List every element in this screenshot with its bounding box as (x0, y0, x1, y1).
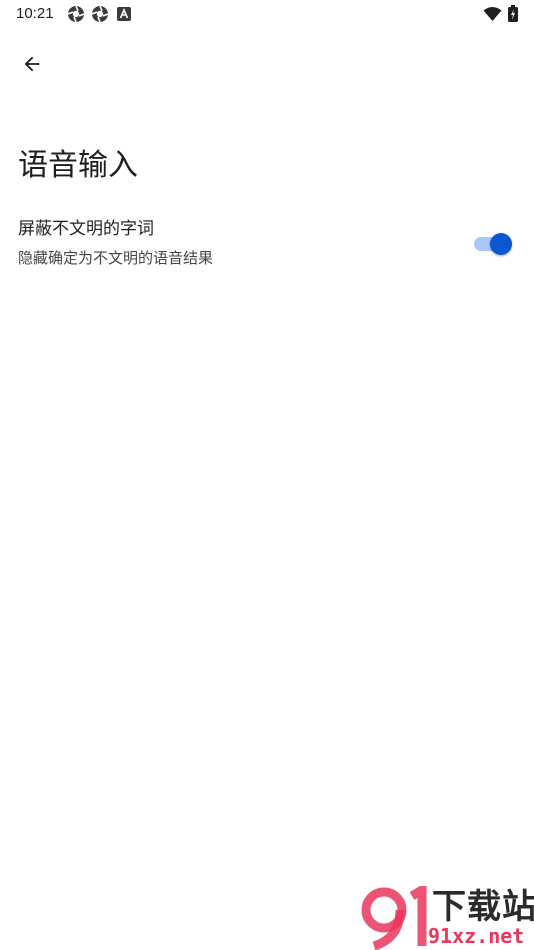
arrow-back-icon (24, 56, 40, 72)
page-title: 语音输入 (18, 148, 138, 183)
watermark-brand: 下载站 (432, 887, 534, 927)
setting-summary: 隐藏确定为不文明的语音结果 (18, 249, 214, 267)
aperture-icon (67, 5, 85, 23)
toggle-thumb (490, 233, 512, 255)
status-time: 10:21 (16, 5, 54, 22)
back-button[interactable] (12, 44, 52, 84)
block-offensive-words-toggle[interactable] (474, 232, 514, 256)
watermark-domain: 91xz.net (428, 924, 525, 948)
aperture-icon (91, 5, 109, 23)
setting-row-block-offensive-words[interactable]: 屏蔽不文明的字词 隐藏确定为不文明的语音结果 (0, 210, 534, 278)
setting-title: 屏蔽不文明的字词 (18, 219, 154, 239)
battery-charging-icon (508, 5, 518, 22)
font-a-icon (117, 7, 131, 21)
wifi-icon (483, 7, 502, 21)
watermark-logo-icon (361, 886, 427, 950)
screen: 10:21 语音输入 屏蔽不文明的字词 隐藏确定为不文明的语音结果 下载站 91… (0, 0, 534, 950)
watermark: 下载站 91xz.net (360, 884, 534, 950)
status-bar: 10:21 (0, 0, 534, 28)
